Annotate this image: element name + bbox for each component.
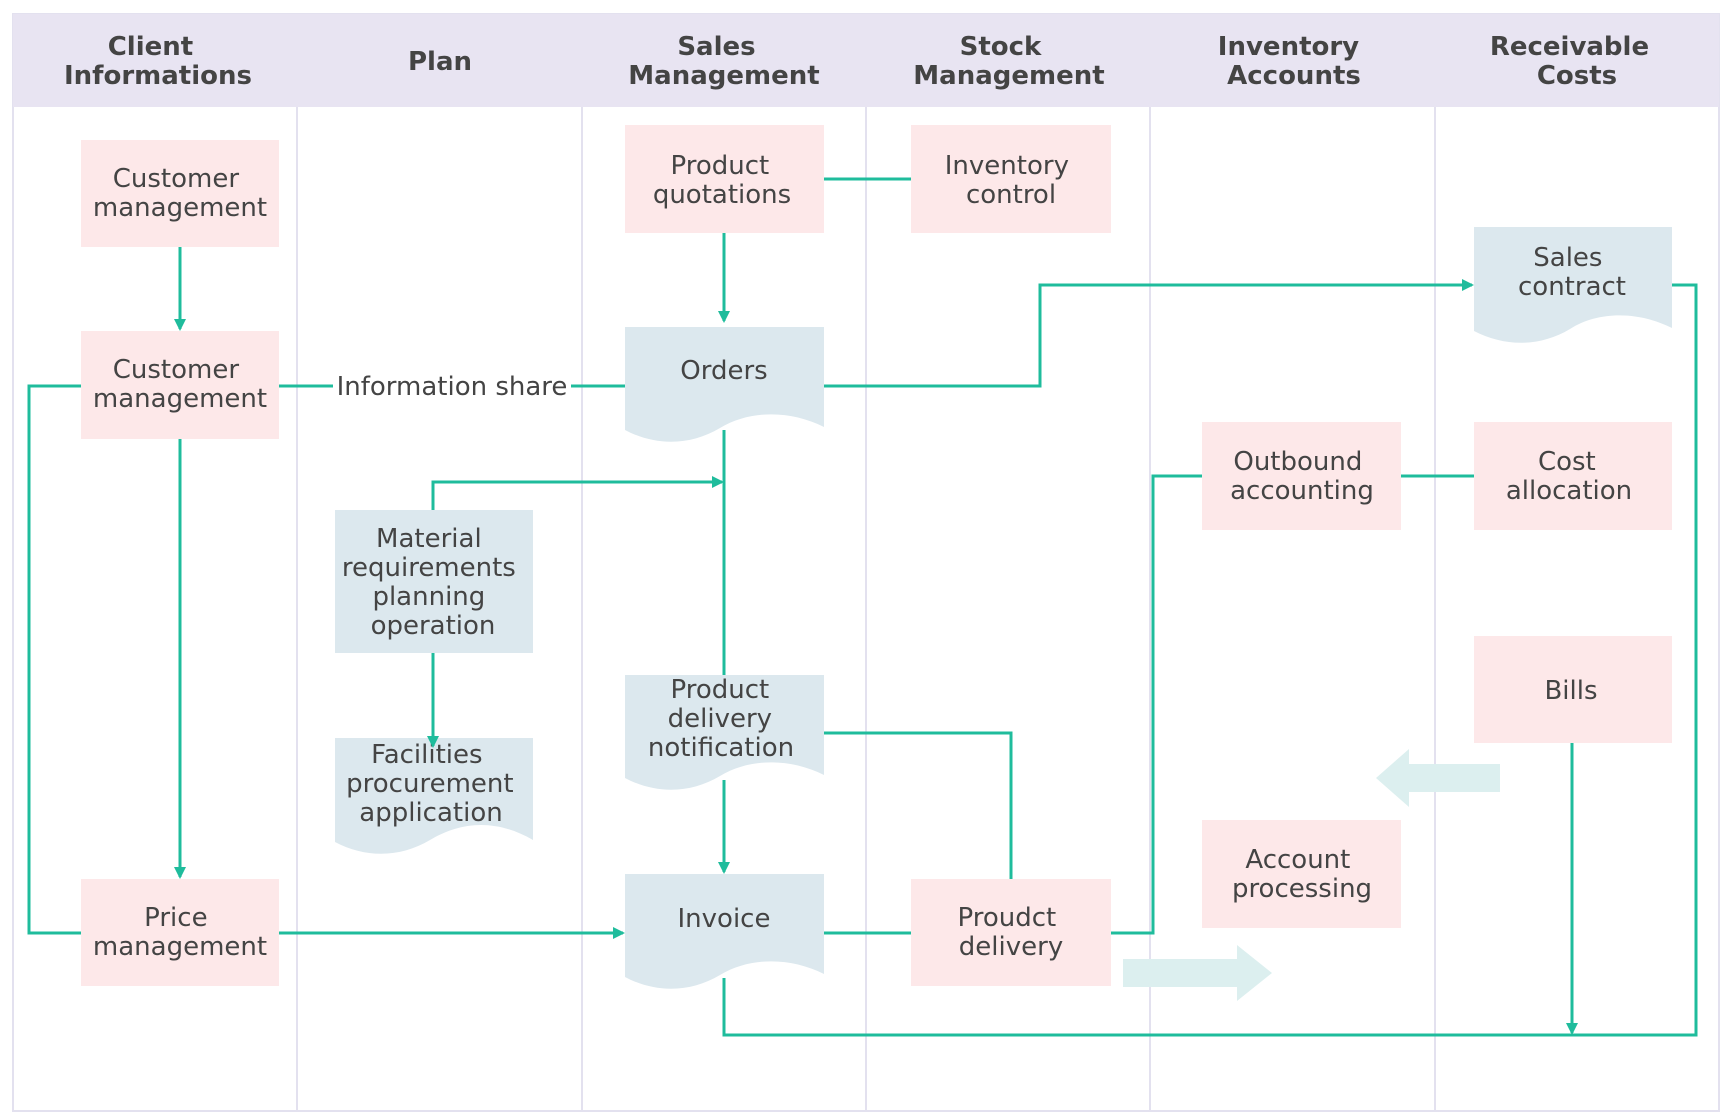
- node-bills[interactable]: Bills: [1474, 636, 1672, 743]
- node-customer-management-2[interactable]: Customer management: [81, 331, 279, 439]
- edge-label-information-share: Information share: [337, 372, 568, 402]
- node-cost-allocation[interactable]: Cost allocation: [1474, 422, 1672, 530]
- node-label: Product delivery notification: [648, 675, 794, 763]
- node-proudct-delivery[interactable]: Proudct delivery: [911, 879, 1111, 986]
- node-label: Proudct delivery: [958, 903, 1065, 962]
- node-label: Customer management: [93, 164, 267, 223]
- swimlane-diagram: Client Informations Plan Sales Managemen…: [12, 13, 1720, 1112]
- lane-header-band: [13, 14, 1719, 107]
- node-label: Sales contract: [1518, 243, 1626, 302]
- node-label: Account processing: [1232, 845, 1372, 904]
- node-label: Bills: [1544, 676, 1597, 706]
- node-label: Outbound accounting: [1230, 447, 1374, 506]
- lane-header-inventory: Inventory Accounts: [1218, 32, 1368, 91]
- node-price-management[interactable]: Price management: [81, 879, 279, 986]
- node-label: Invoice: [678, 904, 771, 934]
- node-customer-management-1[interactable]: Customer management: [81, 140, 279, 247]
- node-account-processing[interactable]: Account processing: [1202, 820, 1401, 928]
- node-label: Orders: [680, 356, 767, 386]
- node-outbound-accounting[interactable]: Outbound accounting: [1202, 422, 1401, 530]
- lane-header-plan: Plan: [408, 47, 472, 77]
- node-label: Product quotations: [653, 151, 791, 210]
- node-mrp-operation[interactable]: Material requirements planning operation: [335, 510, 533, 653]
- node-inventory-control[interactable]: Inventory control: [911, 125, 1111, 233]
- node-product-quotations[interactable]: Product quotations: [625, 125, 824, 233]
- node-label: Customer management: [93, 355, 267, 414]
